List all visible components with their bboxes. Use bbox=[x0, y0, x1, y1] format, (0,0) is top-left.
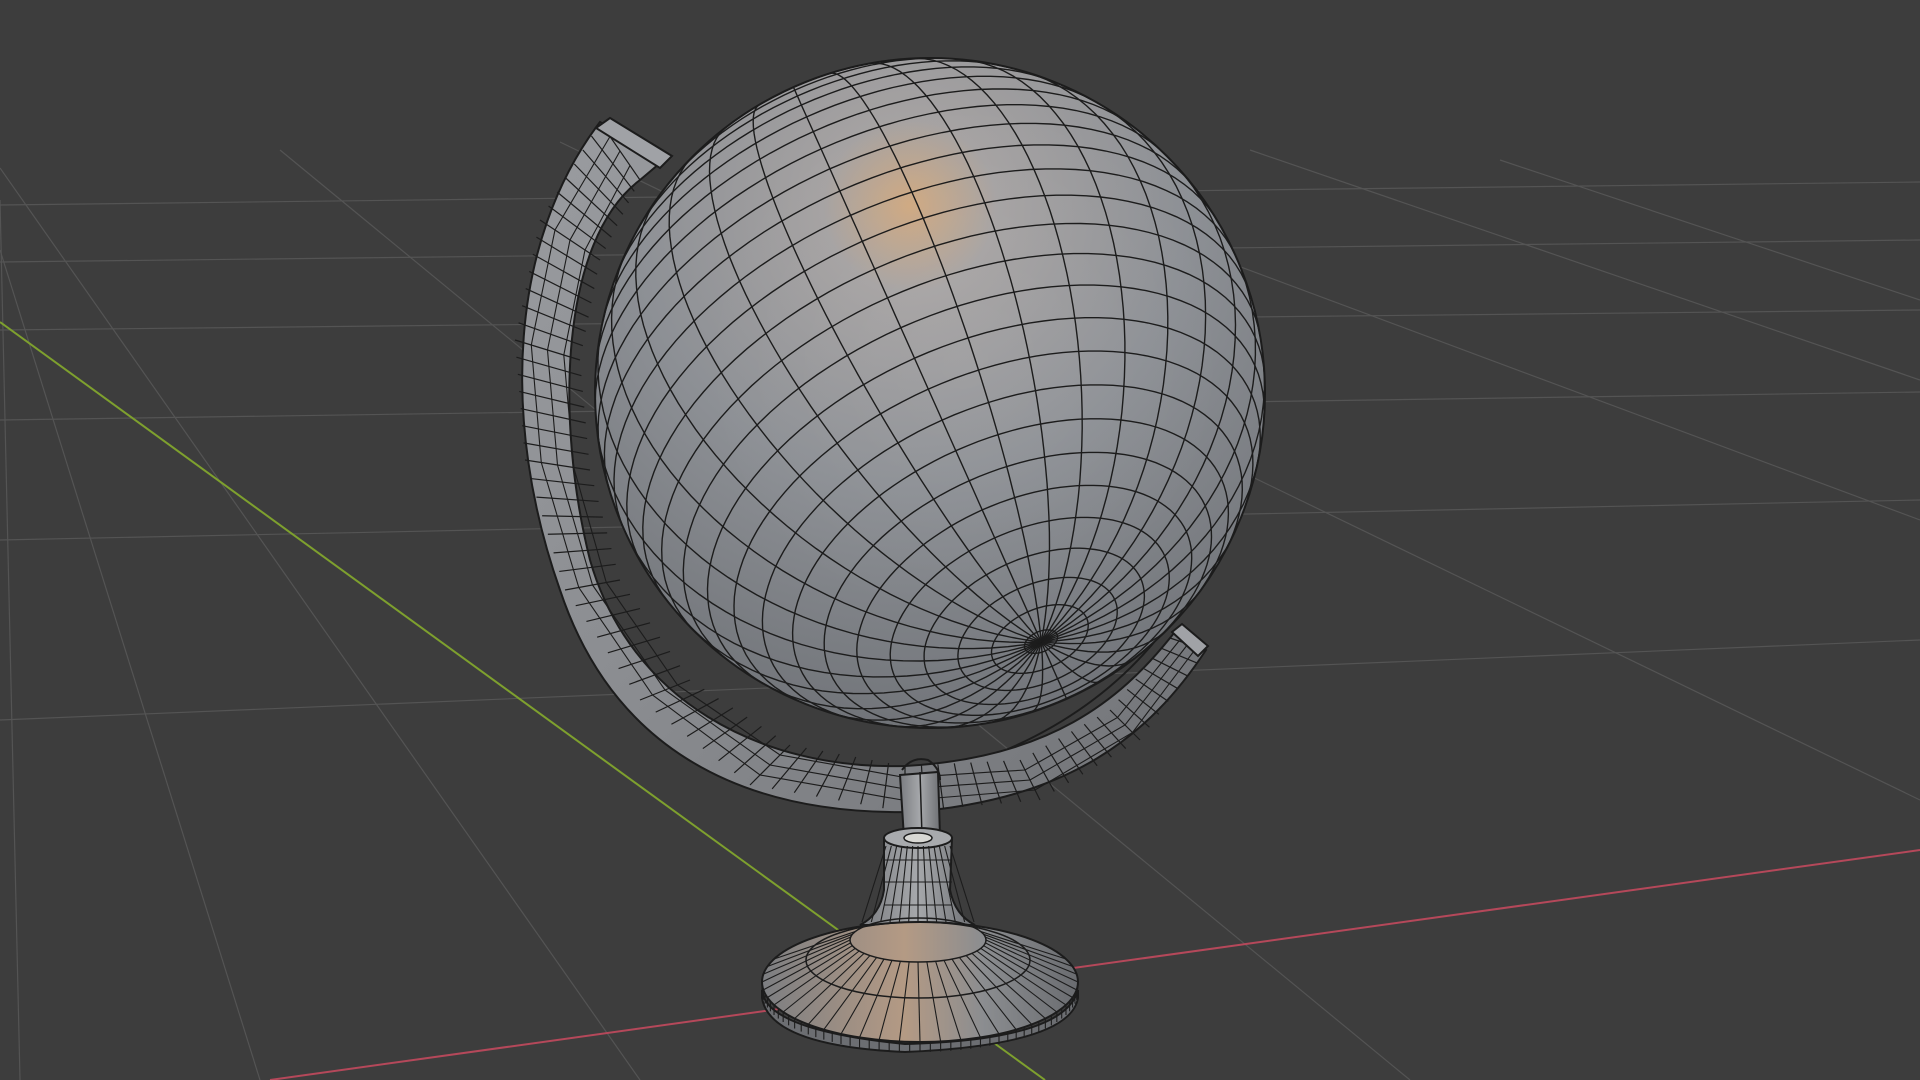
3d-viewport[interactable] bbox=[0, 0, 1920, 1080]
globe-sphere[interactable] bbox=[594, 57, 1266, 729]
pedestal-neck bbox=[859, 827, 976, 926]
viewport-canvas[interactable] bbox=[0, 0, 1920, 1080]
globe-model[interactable] bbox=[514, 57, 1266, 1054]
pedestal-base bbox=[761, 917, 1079, 1054]
x-axis-line bbox=[269, 849, 1920, 1080]
